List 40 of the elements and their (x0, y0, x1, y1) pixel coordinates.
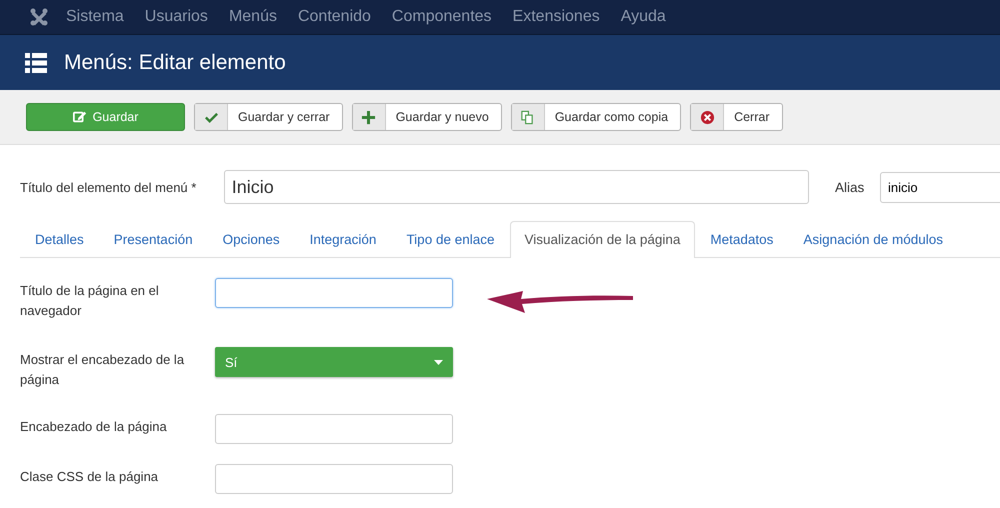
plus-icon (361, 110, 376, 124)
field-label: Clase CSS de la página (20, 468, 160, 486)
logo-icon (30, 8, 48, 26)
tab[interactable]: Presentación (98, 221, 208, 257)
dropdown[interactable]: Sí (215, 347, 453, 377)
input-field[interactable] (215, 464, 453, 494)
tab[interactable]: Detalles (20, 221, 99, 257)
list-icon (25, 52, 47, 72)
field-label: Encabezado de la página (20, 418, 168, 436)
toolbar-button[interactable]: Guardar y cerrar (194, 103, 343, 131)
menu-item[interactable]: Sistema (66, 8, 124, 26)
menu-item[interactable]: Extensiones (512, 8, 600, 26)
alias-field[interactable]: inicio (880, 172, 1000, 202)
field-label: Mostrar el encabezado de la página (20, 351, 186, 389)
tab[interactable]: Asignación de módulos (788, 221, 958, 257)
toolbar-button[interactable]: Guardar como copia (510, 103, 682, 131)
tab[interactable]: Tipo de enlace (391, 221, 510, 257)
close-icon (700, 110, 715, 124)
toolbar-button[interactable]: Guardar y nuevo (352, 103, 502, 131)
field-label: Título del elemento del menú * (20, 180, 198, 194)
tab[interactable]: Visualización de la página (510, 221, 696, 258)
menu-item[interactable]: Ayuda (620, 8, 666, 26)
input-field[interactable] (215, 278, 453, 308)
menu-item[interactable]: Menús (228, 8, 277, 26)
tab[interactable]: Integración (294, 221, 392, 257)
tab[interactable]: Opciones (208, 221, 295, 257)
toolbar-button[interactable]: Cerrar (690, 103, 782, 131)
page-title: Menús: Editar elemento (64, 50, 286, 74)
field-label: Alias (835, 180, 866, 194)
menu-item[interactable]: Usuarios (144, 8, 208, 26)
input-field[interactable] (215, 414, 453, 444)
caret-icon (434, 360, 443, 364)
copy-icon (520, 110, 536, 124)
menu-item[interactable]: Contenido (298, 8, 371, 26)
edit-icon (72, 110, 87, 124)
menu-item[interactable]: Componentes (392, 8, 492, 26)
title-field[interactable]: Inicio (224, 170, 810, 204)
tab[interactable]: Metadatos (695, 221, 788, 257)
save-button[interactable]: Guardar (26, 103, 185, 131)
field-label: Título de la página en el navegador (20, 282, 160, 320)
